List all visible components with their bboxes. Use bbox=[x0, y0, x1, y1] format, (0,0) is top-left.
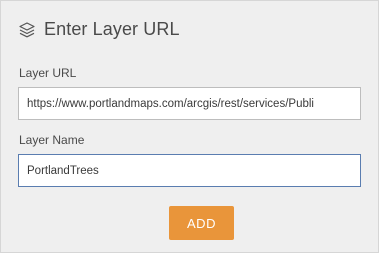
add-button[interactable]: ADD bbox=[169, 206, 234, 240]
layer-name-input[interactable] bbox=[18, 154, 361, 187]
panel-title: Enter Layer URL bbox=[44, 19, 180, 39]
add-layer-panel: Enter Layer URL Layer URL Layer Name ADD bbox=[0, 0, 379, 253]
layers-icon bbox=[18, 21, 36, 39]
panel-header: Enter Layer URL bbox=[18, 19, 180, 40]
layer-name-label: Layer Name bbox=[19, 133, 85, 147]
layer-url-input[interactable] bbox=[18, 87, 361, 120]
layer-url-label: Layer URL bbox=[19, 66, 77, 80]
